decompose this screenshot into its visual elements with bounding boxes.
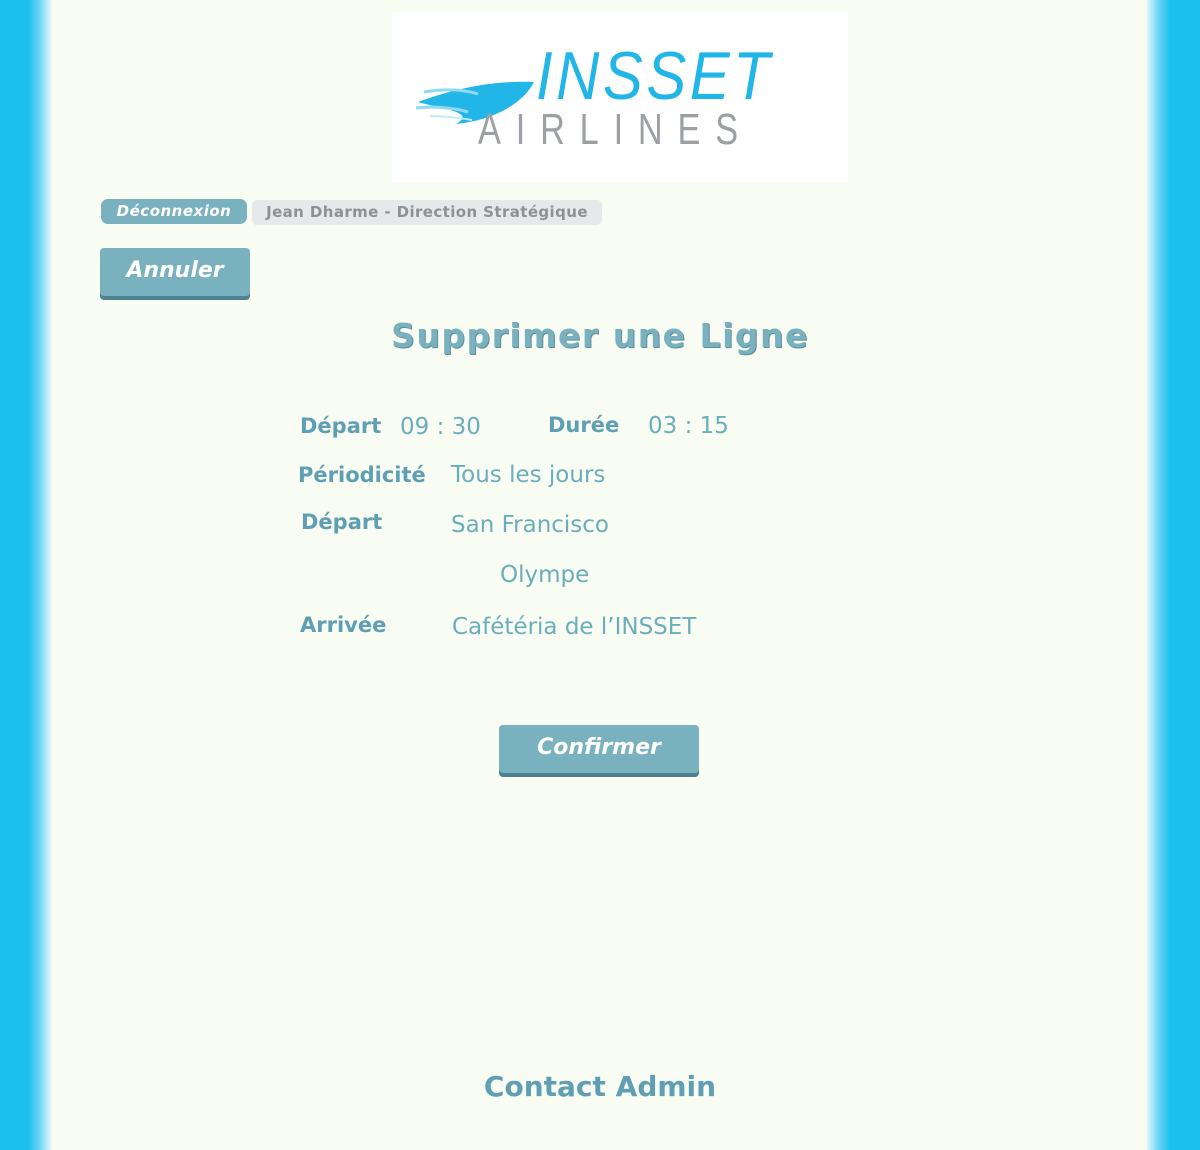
duration-value: 03 : 15 <box>648 413 729 439</box>
right-border <box>1146 0 1200 1150</box>
departure-time-value: 09 : 30 <box>400 414 481 440</box>
periodicity-label: Périodicité <box>298 463 426 487</box>
departure-city-value: San Francisco <box>451 512 610 538</box>
departure-time-label: Départ <box>300 414 382 438</box>
arrival-label: Arrivée <box>300 613 387 637</box>
contact-admin-link[interactable]: Contact Admin <box>52 1070 1148 1103</box>
user-badge: Jean Dharme - Direction Stratégique <box>252 200 602 225</box>
duration-label: Durée <box>548 413 620 437</box>
periodicity-value: Tous les jours <box>451 462 606 488</box>
page-container: INSSET AIRLINES Déconnexion Jean Dharme … <box>52 0 1146 1150</box>
insset-airlines-logo: INSSET AIRLINES <box>392 12 848 182</box>
cancel-button[interactable]: Annuler <box>100 248 250 296</box>
stopover-value: Olympe <box>500 562 590 588</box>
arrival-value: Cafétéria de l’INSSET <box>452 614 697 640</box>
confirm-button[interactable]: Confirmer <box>499 725 699 773</box>
logo-brand-name: INSSET <box>536 38 774 114</box>
logout-button[interactable]: Déconnexion <box>101 199 247 224</box>
left-border <box>0 0 52 1150</box>
page-title: Supprimer une Ligne <box>391 316 809 355</box>
logo-brand-subtitle: AIRLINES <box>478 105 753 154</box>
departure-city-label: Départ <box>301 510 383 534</box>
